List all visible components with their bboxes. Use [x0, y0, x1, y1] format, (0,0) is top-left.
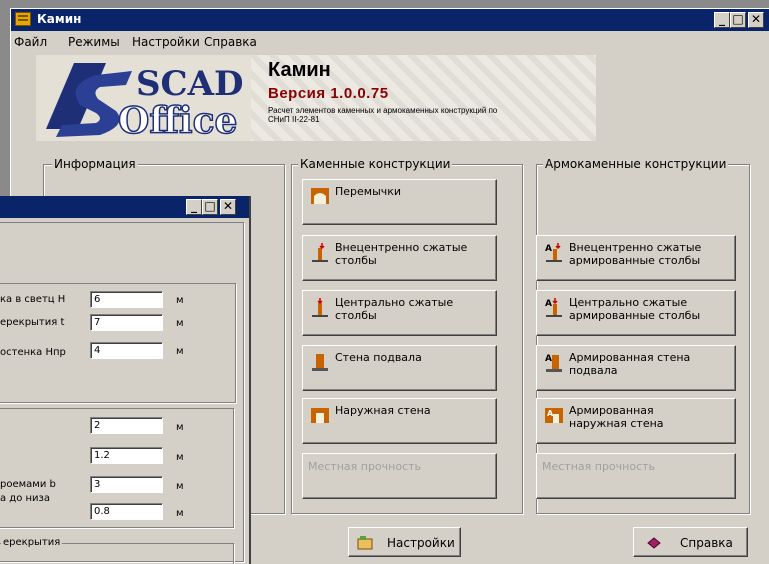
opening-height-input[interactable]: 1.2 [90, 447, 163, 464]
reinforced-basement-button[interactable]: A Армированная стена подвала [536, 345, 736, 391]
svg-text:A: A [545, 244, 552, 254]
reinforced-central-button[interactable]: A Центрально сжатые армированные столбы [536, 290, 736, 336]
product-description: Расчет элементов каменных и армокаменных… [268, 106, 498, 124]
slab-group: ерекрытия [0, 537, 234, 564]
dialog-close-icon[interactable]: ✕ [220, 199, 236, 215]
reinforced-exterior-button[interactable]: A Армированная наружная стена [536, 398, 736, 444]
parameters-dialog: _ □ ✕ ка в светц H 6 м ерекрытия t 7 м о… [0, 196, 251, 564]
slab-thickness-input[interactable]: 7 [90, 314, 163, 331]
local-strength-button[interactable]: Местная прочность [302, 453, 497, 499]
eccentric-column-button[interactable]: Внецентренно сжатые столбы [302, 235, 497, 281]
dialog-maximize-icon[interactable]: □ [202, 199, 218, 215]
central-column-button[interactable]: Центрально сжатые столбы [302, 290, 497, 336]
reinforced-central-icon: A [545, 298, 562, 317]
menu-help[interactable]: Справка [204, 35, 257, 49]
help-button[interactable]: Справка [633, 527, 748, 557]
menu-settings[interactable]: Настройки [132, 35, 200, 49]
eccentric-column-icon [312, 243, 328, 262]
banner: SCAD Office Камин Версия 1.0.0.75 Расчет… [36, 55, 596, 141]
menu-modes[interactable]: Режимы [68, 35, 120, 49]
dialog-minimize-icon[interactable]: _ [186, 199, 202, 215]
exterior-wall-button[interactable]: Наружная стена [302, 398, 497, 444]
reinforced-eccentric-button[interactable]: A Внецентренно сжатые армированные столбы [536, 235, 736, 281]
reinforced-eccentric-icon: A [545, 243, 562, 262]
window-title: Камин [37, 12, 82, 26]
height-input[interactable]: 6 [90, 291, 163, 308]
product-title: Камин [268, 59, 331, 81]
version-label: Версия 1.0.0.75 [268, 85, 389, 102]
lintel-icon [311, 188, 329, 204]
settings-icon [357, 536, 373, 550]
svg-text:A: A [547, 409, 554, 418]
scad-office-logo: SCAD Office [36, 55, 251, 141]
svg-text:A: A [545, 354, 552, 364]
reinforced-local-strength-button[interactable]: Местная прочность [536, 453, 736, 499]
menu-bar: Файл Режимы Настройки Справка [11, 32, 769, 52]
dialog-title-bar[interactable]: _ □ ✕ [0, 196, 249, 218]
title-bar[interactable]: Камин _ □ ✕ [11, 9, 769, 31]
close-icon[interactable]: ✕ [748, 12, 764, 28]
between-openings-input[interactable]: 3 [90, 476, 163, 493]
minimize-icon[interactable]: _ [714, 12, 730, 28]
svg-text:A: A [545, 299, 552, 309]
help-book-icon [647, 537, 661, 549]
svg-text:Office: Office [118, 100, 237, 141]
exterior-wall-icon [311, 408, 329, 423]
maximize-icon[interactable]: □ [730, 12, 746, 28]
wall-height-input[interactable]: 4 [90, 342, 163, 359]
to-bottom-input[interactable]: 0.8 [90, 503, 163, 520]
basement-wall-icon [312, 354, 328, 371]
settings-button[interactable]: Настройки [348, 527, 461, 557]
lintel-button[interactable]: Перемычки [302, 179, 497, 225]
menu-file[interactable]: Файл [14, 35, 47, 49]
basement-wall-button[interactable]: Стена подвала [302, 345, 497, 391]
central-column-icon [312, 298, 328, 317]
reinforced-exterior-icon: A [545, 408, 563, 423]
svg-text:SCAD: SCAD [136, 64, 243, 104]
opening-width-input[interactable]: 2 [90, 417, 163, 434]
reinforced-basement-icon: A [545, 354, 562, 372]
app-icon [15, 12, 31, 26]
